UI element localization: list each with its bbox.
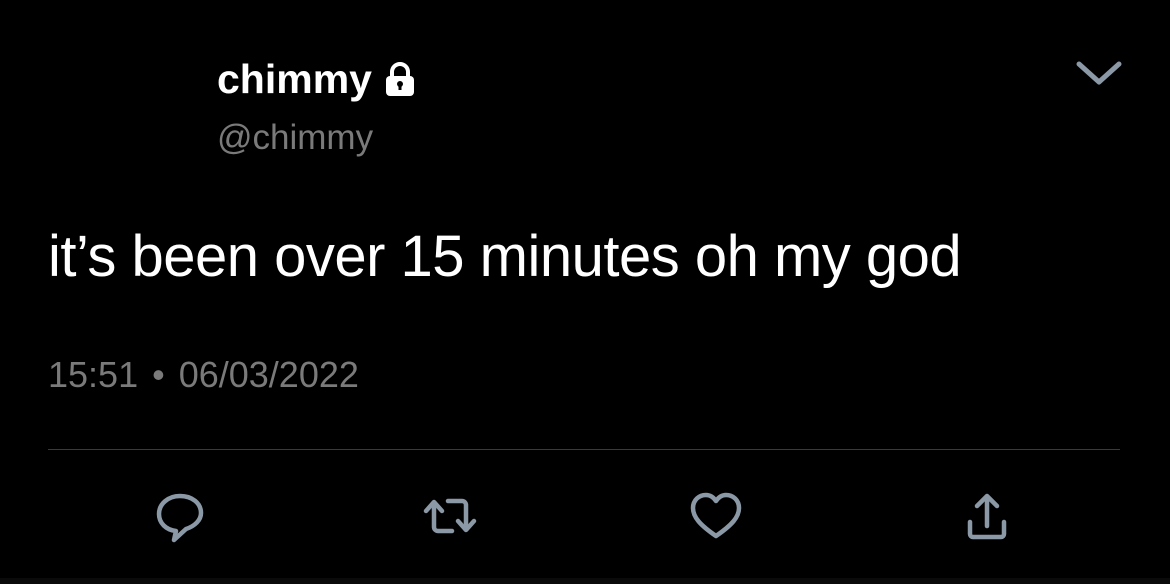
reply-icon bbox=[152, 488, 208, 544]
tweet-timestamp[interactable]: 15:51 • 06/03/2022 bbox=[48, 352, 359, 398]
tweet-time[interactable]: 15:51 bbox=[48, 354, 138, 395]
share-icon bbox=[962, 488, 1012, 544]
chevron-down-icon[interactable] bbox=[1073, 54, 1125, 88]
lock-icon bbox=[380, 59, 420, 99]
user-handle[interactable]: @chimmy bbox=[217, 116, 373, 160]
heart-icon bbox=[688, 491, 744, 541]
like-button[interactable] bbox=[686, 486, 746, 546]
reply-button[interactable] bbox=[150, 486, 210, 546]
tweet-date[interactable]: 06/03/2022 bbox=[179, 354, 359, 395]
tweet-text: it’s been over 15 minutes oh my god bbox=[48, 224, 962, 289]
retweet-button[interactable] bbox=[420, 486, 480, 546]
meta-separator: • bbox=[152, 354, 165, 395]
share-button[interactable] bbox=[957, 486, 1017, 546]
display-name[interactable]: chimmy bbox=[217, 56, 372, 102]
divider bbox=[48, 449, 1120, 450]
bottom-edge bbox=[0, 578, 1170, 584]
author-name-row[interactable]: chimmy bbox=[217, 56, 420, 102]
retweet-icon bbox=[420, 491, 480, 541]
tweet-card: chimmy @chimmy it’s been over 15 minutes… bbox=[0, 0, 1170, 584]
